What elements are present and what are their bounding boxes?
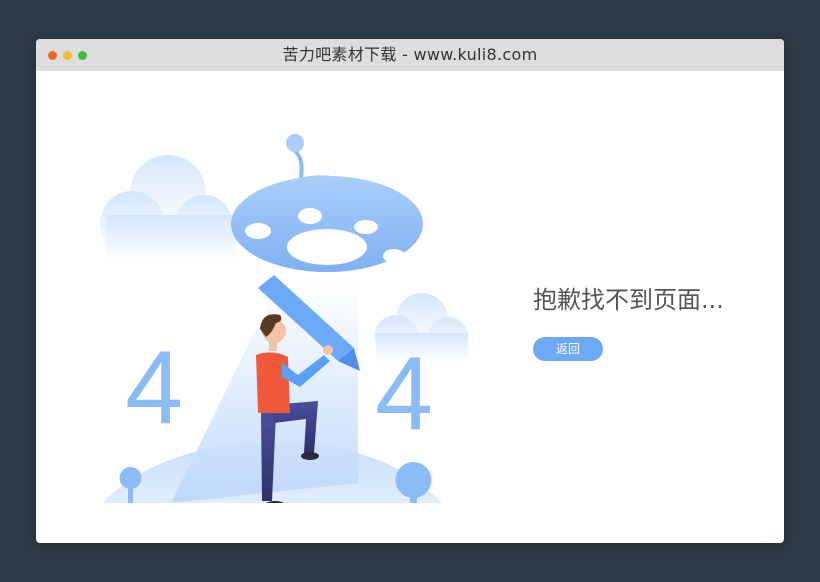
back-button[interactable]: 返回 — [533, 337, 603, 361]
not-found-message: 抱歉找不到页面... — [533, 286, 724, 314]
error-digit-right: 4 — [375, 336, 433, 452]
window-title: 苦力吧素材下载 - www.kuli8.com — [282, 45, 538, 64]
error-digit-left: 4 — [125, 330, 183, 446]
title-bar: 苦力吧素材下载 - www.kuli8.com — [36, 39, 784, 71]
cloud-left — [100, 155, 236, 260]
browser-window: 苦力吧素材下载 - www.kuli8.com 4 4 抱歉找不到页面... 返… — [36, 39, 784, 543]
ufo — [231, 134, 423, 272]
page-content: 4 4 抱歉找不到页面... 返回 — [36, 71, 784, 543]
404-illustration: 4 4 — [100, 134, 468, 503]
